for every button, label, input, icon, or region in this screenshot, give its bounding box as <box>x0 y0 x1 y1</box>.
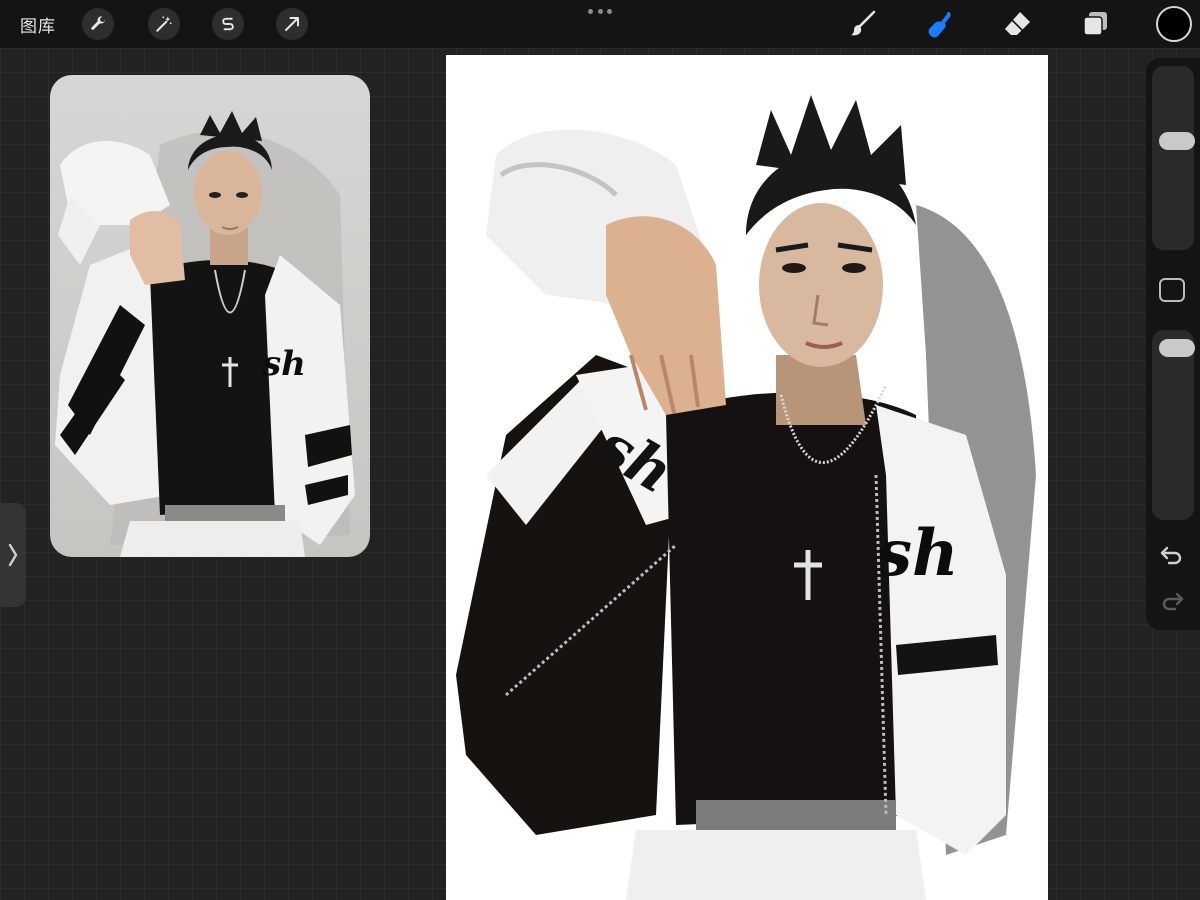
gallery-button[interactable]: 图库 <box>20 12 56 37</box>
expand-panel-tab[interactable] <box>0 503 26 607</box>
smudge-tool-button[interactable] <box>922 7 956 41</box>
modify-square-button[interactable] <box>1159 278 1185 302</box>
side-slider-bar <box>1146 58 1200 630</box>
drawing-canvas[interactable]: sh sh <box>446 55 1048 900</box>
brush-size-thumb[interactable] <box>1159 132 1195 150</box>
artwork-painting: sh sh <box>456 95 1036 900</box>
arrow-cursor-icon <box>285 17 299 31</box>
smudge-finger-icon <box>928 12 951 38</box>
actions-button[interactable] <box>82 8 114 40</box>
brush-size-slider[interactable] <box>1152 66 1195 250</box>
eraser-tool-button[interactable] <box>1000 7 1034 41</box>
layers-button[interactable] <box>1078 7 1112 41</box>
undo-button[interactable] <box>1157 542 1187 568</box>
procreate-app: 图库 sh sh sh <box>0 0 1200 900</box>
svg-text:sh: sh <box>261 344 306 384</box>
reference-image-window[interactable]: sh <box>50 75 370 557</box>
redo-arrow-icon <box>1162 592 1184 611</box>
top-toolbar: 图库 <box>0 0 1200 48</box>
dot <box>607 8 612 14</box>
chevron-right-icon <box>8 543 18 567</box>
layers-icon <box>1083 12 1107 36</box>
opacity-slider[interactable] <box>1152 330 1195 520</box>
transform-button[interactable] <box>276 8 308 40</box>
selection-button[interactable] <box>212 8 244 40</box>
redo-button[interactable] <box>1157 588 1187 614</box>
more-options-dots[interactable] <box>588 6 612 16</box>
undo-arrow-icon <box>1160 546 1182 565</box>
dot <box>597 8 603 14</box>
eraser-icon <box>1005 12 1030 35</box>
brush-icon <box>851 10 876 36</box>
color-picker-swatch[interactable] <box>1156 6 1192 42</box>
opacity-thumb[interactable] <box>1159 339 1195 357</box>
brush-tool-button[interactable] <box>846 7 880 41</box>
reference-photo: sh <box>55 111 355 557</box>
adjustments-button[interactable] <box>148 8 180 40</box>
wrench-icon <box>91 16 105 30</box>
magic-wand-icon <box>156 16 172 32</box>
selection-s-icon <box>222 17 234 31</box>
svg-text:sh: sh <box>875 516 959 591</box>
dot <box>588 8 593 14</box>
